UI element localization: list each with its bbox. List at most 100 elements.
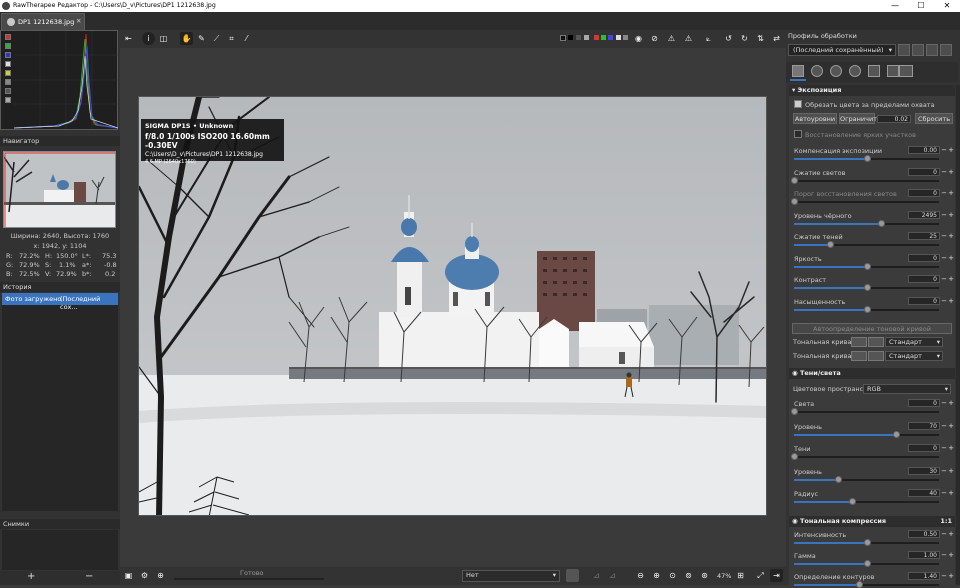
luminance-toggle[interactable] [5,61,11,67]
decrement-button[interactable]: − [941,146,947,154]
slider-track[interactable] [794,284,939,291]
tab-exposure-icon[interactable] [792,65,804,77]
new-window-icon[interactable]: ⊞ [734,569,747,582]
shadows-section-header[interactable]: ◉ Тени/света [789,368,955,379]
crop-icon[interactable]: ⌗ [225,32,238,45]
slider-handle[interactable] [791,408,798,415]
guide-icon[interactable]: ⊿ [606,569,619,582]
fullscreen-icon[interactable]: ⤢ [754,569,767,582]
slider-track[interactable] [794,241,939,248]
slider-track[interactable] [794,475,939,483]
curve-1-shape-icon[interactable] [868,337,884,347]
decrement-button[interactable]: − [941,168,947,176]
crop-ratio-icon[interactable]: ⊿ [590,569,603,582]
slider-value-input[interactable]: 25 [908,232,940,240]
exposure-section-header[interactable]: ▾ Экспозиция [789,85,955,96]
curve-2-shape-icon[interactable] [868,351,884,361]
perspective-icon[interactable]: ⟀ [702,32,715,45]
preview-channel-buttons[interactable] [560,35,630,43]
navigator-header[interactable]: Навигатор [0,136,120,146]
clip-limit-input[interactable]: 0.02 [877,115,911,123]
slider-handle[interactable] [863,539,871,546]
tab-close-icon[interactable]: ✕ [76,17,81,25]
green-channel-toggle[interactable] [5,43,11,49]
slider-value-input[interactable]: 0 [908,253,940,262]
slider-track[interactable] [794,539,939,546]
hide-left-panel-icon[interactable]: ⇤ [122,32,135,45]
slider-handle[interactable] [863,262,871,270]
auto-tone-curve-button[interactable]: Автоопределение тоновой кривой [792,323,952,334]
increment-button[interactable]: + [948,489,954,497]
increment-button[interactable]: + [948,551,954,559]
curve-2-mode-select[interactable]: Стандарт ▾ [885,351,943,361]
slider-value-input[interactable]: 0.00 [908,146,940,154]
decrement-button[interactable]: − [941,232,947,240]
slider-handle[interactable] [827,241,835,248]
tab-transform-icon[interactable] [868,65,880,77]
navigator-preview[interactable] [3,151,116,228]
slider-handle[interactable] [834,475,842,483]
profile-combo[interactable]: Нет ▾ [462,570,560,582]
slider-value-input[interactable]: 0.50 [908,530,940,538]
slider-value-input[interactable]: 1.40 [908,572,940,580]
slider-handle[interactable] [791,176,798,184]
slider-value-input[interactable]: 70 [908,421,940,430]
decrement-button[interactable]: − [941,551,947,559]
decrement-button[interactable]: − [941,530,947,538]
slider-track[interactable] [794,430,939,438]
slider-track[interactable] [794,305,939,313]
increment-button[interactable]: + [948,444,954,452]
flip-horizontal-icon[interactable]: ⇄ [770,32,783,45]
slider-value-input[interactable]: 0 [908,296,940,305]
increment-button[interactable]: + [948,254,954,262]
tab-color-icon[interactable] [830,65,842,77]
slider-track[interactable] [794,498,939,505]
curve-2-edit-icon[interactable] [851,351,867,361]
slider-value-input[interactable]: 40 [908,489,940,497]
display-mode-toggle[interactable] [5,97,11,103]
colorspace-select[interactable]: RGB ▾ [863,384,951,394]
red-channel-toggle[interactable] [5,34,11,40]
slider-value-input[interactable]: 0 [908,444,940,452]
zoom-crop-icon[interactable]: ⊛ [698,569,711,582]
minimize-button[interactable]: — [882,0,908,12]
slider-handle[interactable] [878,219,885,227]
tonemap-section-header[interactable]: ◉ Тональная компрессия 1:1 [789,516,955,527]
zoom-in-icon[interactable]: ⊕ [650,569,663,582]
decrement-button[interactable]: − [941,572,947,580]
slider-handle[interactable] [863,284,871,291]
increment-button[interactable]: + [948,211,954,219]
raw-toggle[interactable] [5,79,11,85]
remove-snapshot-button[interactable]: − [85,571,93,582]
slider-value-input[interactable]: 30 [908,466,940,475]
decrement-button[interactable]: − [941,254,947,262]
increment-button[interactable]: + [948,572,954,580]
profile-select[interactable]: (Последний сохранённый) ▾ [788,44,896,56]
slider-track[interactable] [791,176,939,184]
white-balance-picker-icon[interactable]: ✎ [195,32,208,45]
maximize-button[interactable]: ☐ [908,0,934,12]
history-row[interactable]: Фото загружено (Последний сох... [2,293,118,311]
history-header[interactable]: История [0,282,120,292]
slider-track[interactable] [791,453,939,460]
decrement-button[interactable]: − [941,211,947,219]
slider-value-input[interactable]: 0 [908,189,940,197]
close-button[interactable]: ✕ [934,0,960,12]
zoom-fit-icon[interactable]: ⊚ [682,569,695,582]
increment-button[interactable]: + [948,399,954,407]
slider-handle[interactable] [791,453,798,460]
decrement-button[interactable]: − [941,422,947,430]
slider-value-input[interactable]: 2495 [908,210,940,219]
decrement-button[interactable]: − [941,189,947,197]
main-image[interactable]: SIGMA DP1S • Unknown f/8.0 1/100s ISO200… [138,96,767,516]
slider-value-input[interactable]: 0 [908,399,940,407]
copy-profile-icon[interactable] [926,44,938,56]
increment-button[interactable]: + [948,189,954,197]
warning-shadow-icon[interactable]: ⚠ [665,32,678,45]
before-after-icon[interactable]: ◫ [157,32,170,45]
zoom-100-icon[interactable]: ⊙ [666,569,679,582]
focus-mask-icon[interactable]: ◉ [632,32,645,45]
clip-highlights-icon[interactable]: ⊘ [648,32,661,45]
slider-track[interactable] [794,262,939,270]
slider-value-input[interactable]: 0 [908,275,940,283]
